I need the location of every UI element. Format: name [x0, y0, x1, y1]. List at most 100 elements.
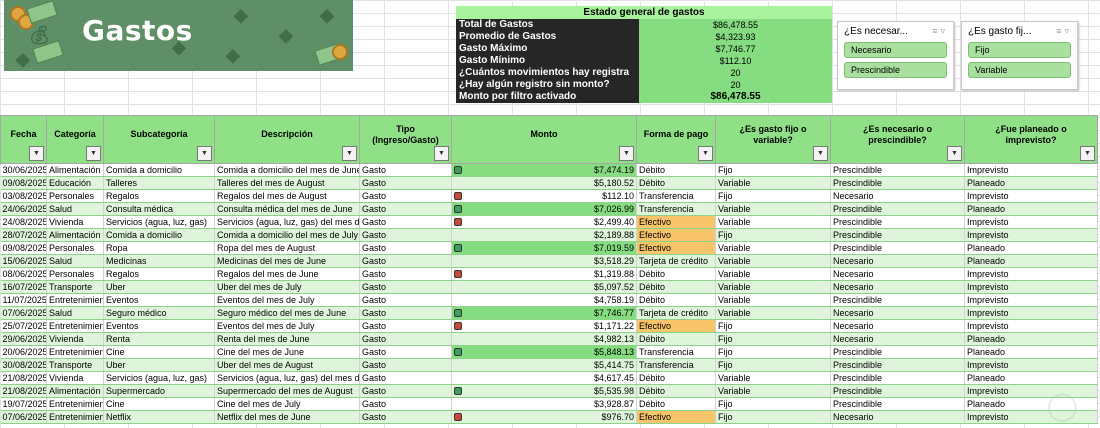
filter-dropdown-icon[interactable]: ▼ — [342, 146, 357, 161]
table-cell[interactable]: Gasto — [359, 163, 452, 177]
table-cell[interactable]: $2,189.88 — [451, 228, 637, 242]
table-cell[interactable]: Variable — [715, 241, 831, 255]
table-cell[interactable]: 07/06/2025 — [0, 306, 47, 320]
table-cell[interactable]: 21/08/2025 — [0, 371, 47, 385]
filter-dropdown-icon[interactable]: ▼ — [434, 146, 449, 161]
table-cell[interactable]: Personales — [46, 241, 104, 255]
table-cell[interactable]: Cine — [103, 345, 215, 359]
table-cell[interactable]: Fijo — [715, 189, 831, 203]
table-cell[interactable]: Imprevisto — [964, 163, 1098, 177]
table-cell[interactable]: Prescindible — [830, 384, 965, 398]
table-cell[interactable]: Comida a domicilio del mes de June — [214, 163, 360, 177]
table-cell[interactable]: Ropa del mes de August — [214, 241, 360, 255]
table-row[interactable]: 08/06/2025 Personales Regalos Regalos del m… — [0, 267, 1098, 281]
table-cell[interactable]: Imprevisto — [964, 358, 1098, 372]
filter-dropdown-icon[interactable]: ▼ — [813, 146, 828, 161]
table-cell[interactable]: Transferencia — [636, 202, 716, 216]
table-cell[interactable]: Gasto — [359, 293, 452, 307]
table-cell[interactable]: Prescindible — [830, 215, 965, 229]
table-cell[interactable]: Gasto — [359, 371, 452, 385]
table-row[interactable]: 16/07/2025 Transporte Uber Uber del mes de … — [0, 280, 1098, 294]
table-cell[interactable]: 25/07/2025 — [0, 319, 47, 333]
table-cell[interactable]: 16/07/2025 — [0, 280, 47, 294]
table-cell[interactable]: Planeado — [964, 332, 1098, 346]
table-cell[interactable]: 24/06/2025 — [0, 202, 47, 216]
table-row[interactable]: 21/08/2025 Vivienda Servicios (agua, luz, … — [0, 371, 1098, 385]
table-row[interactable]: 24/06/2025 Salud Consulta médica Consulta m… — [0, 202, 1098, 216]
table-cell[interactable]: Necesario — [830, 319, 965, 333]
table-cell[interactable]: Transferencia — [636, 189, 716, 203]
table-cell[interactable]: 28/07/2025 — [0, 228, 47, 242]
filter-dropdown-icon[interactable]: ▼ — [197, 146, 212, 161]
table-cell[interactable]: 21/08/2025 — [0, 384, 47, 398]
table-cell[interactable]: Salud — [46, 254, 104, 268]
table-cell[interactable]: Comida a domicilio del mes de July — [214, 228, 360, 242]
table-cell[interactable]: $1,171.22 — [451, 319, 637, 333]
table-cell[interactable]: Entretenimiento — [46, 293, 104, 307]
table-cell[interactable]: Gasto — [359, 358, 452, 372]
table-cell[interactable]: Variable — [715, 267, 831, 281]
table-cell[interactable]: 20/06/2025 — [0, 345, 47, 359]
table-cell[interactable]: Gasto — [359, 345, 452, 359]
table-cell[interactable]: Imprevisto — [964, 189, 1098, 203]
table-cell[interactable]: Uber del mes de August — [214, 358, 360, 372]
table-cell[interactable]: 08/06/2025 — [0, 267, 47, 281]
table-cell[interactable]: Gasto — [359, 254, 452, 268]
clear-filter-icon[interactable]: ▿ — [940, 26, 948, 36]
table-cell[interactable]: $5,535.98 — [451, 384, 637, 398]
table-cell[interactable]: $4,758.19 — [451, 293, 637, 307]
table-cell[interactable]: Fijo — [715, 397, 831, 411]
table-row[interactable]: 28/07/2025 Alimentación Comida a domicilio… — [0, 228, 1098, 242]
table-cell[interactable]: Seguro médico — [103, 306, 215, 320]
table-row[interactable]: 19/07/2025EntretenimientoCineCine del me… — [0, 397, 1098, 411]
table-row[interactable]: 25/07/2025EntretenimientoEventosEventos … — [0, 319, 1098, 333]
table-cell[interactable]: Vivienda — [46, 215, 104, 229]
table-cell[interactable]: $3,928.87 — [451, 397, 637, 411]
table-cell[interactable]: Prescindible — [830, 371, 965, 385]
table-cell[interactable]: Vivienda — [46, 371, 104, 385]
filter-dropdown-icon[interactable]: ▼ — [698, 146, 713, 161]
table-cell[interactable]: $976.70 — [451, 410, 637, 424]
table-cell[interactable]: Cine del mes de June — [214, 345, 360, 359]
table-cell[interactable]: 19/07/2025 — [0, 397, 47, 411]
table-cell[interactable]: Imprevisto — [964, 280, 1098, 294]
table-cell[interactable]: Uber — [103, 280, 215, 294]
table-cell[interactable]: Transferencia — [636, 358, 716, 372]
table-cell[interactable]: Consulta médica — [103, 202, 215, 216]
table-cell[interactable]: Servicios (agua, luz, gas) del mes de Au… — [214, 371, 360, 385]
filter-dropdown-icon[interactable]: ▼ — [619, 146, 634, 161]
table-cell[interactable]: Personales — [46, 189, 104, 203]
table-cell[interactable]: Regalos del mes de August — [214, 189, 360, 203]
table-cell[interactable]: 15/06/2025 — [0, 254, 47, 268]
table-cell[interactable]: Transferencia — [636, 345, 716, 359]
clear-filter-icon[interactable]: ▿ — [1064, 26, 1072, 36]
table-cell[interactable]: Prescindible — [830, 293, 965, 307]
table-cell[interactable]: Necesario — [830, 189, 965, 203]
table-cell[interactable]: $2,499.40 — [451, 215, 637, 229]
table-row[interactable]: 03/08/2025 Personales Regalos Regalos del m… — [0, 189, 1098, 203]
filter-dropdown-icon[interactable]: ▼ — [1080, 146, 1095, 161]
slicer-fijo[interactable]: ¿Es gasto fij... ≡▿ Fijo Variable — [961, 21, 1078, 90]
table-cell[interactable]: Imprevisto — [964, 228, 1098, 242]
table-cell[interactable]: 24/08/2025 — [0, 215, 47, 229]
table-cell[interactable]: Variable — [715, 215, 831, 229]
table-row[interactable]: 21/08/2025 Alimentación Supermercado Superm… — [0, 384, 1098, 398]
table-cell[interactable]: Planeado — [964, 241, 1098, 255]
table-cell[interactable]: Variable — [715, 176, 831, 190]
table-row[interactable]: 11/07/2025EntretenimientoEventosEventos … — [0, 293, 1098, 307]
table-cell[interactable]: Servicios (agua, luz, gas) — [103, 371, 215, 385]
table-cell[interactable]: Variable — [715, 306, 831, 320]
table-cell[interactable]: Comida a domicilio — [103, 163, 215, 177]
table-cell[interactable]: Variable — [715, 280, 831, 294]
table-cell[interactable]: Netflix — [103, 410, 215, 424]
table-row[interactable]: 15/06/2025 Salud Medicinas Medicinas del me… — [0, 254, 1098, 268]
table-cell[interactable]: Prescindible — [830, 397, 965, 411]
table-cell[interactable]: Gasto — [359, 215, 452, 229]
table-cell[interactable]: Prescindible — [830, 202, 965, 216]
table-cell[interactable]: Necesario — [830, 280, 965, 294]
table-cell[interactable]: Transporte — [46, 280, 104, 294]
slicer-item[interactable]: Necesario — [844, 42, 947, 58]
table-cell[interactable]: Talleres — [103, 176, 215, 190]
table-cell[interactable]: Cine del mes de July — [214, 397, 360, 411]
table-cell[interactable]: Fijo — [715, 332, 831, 346]
